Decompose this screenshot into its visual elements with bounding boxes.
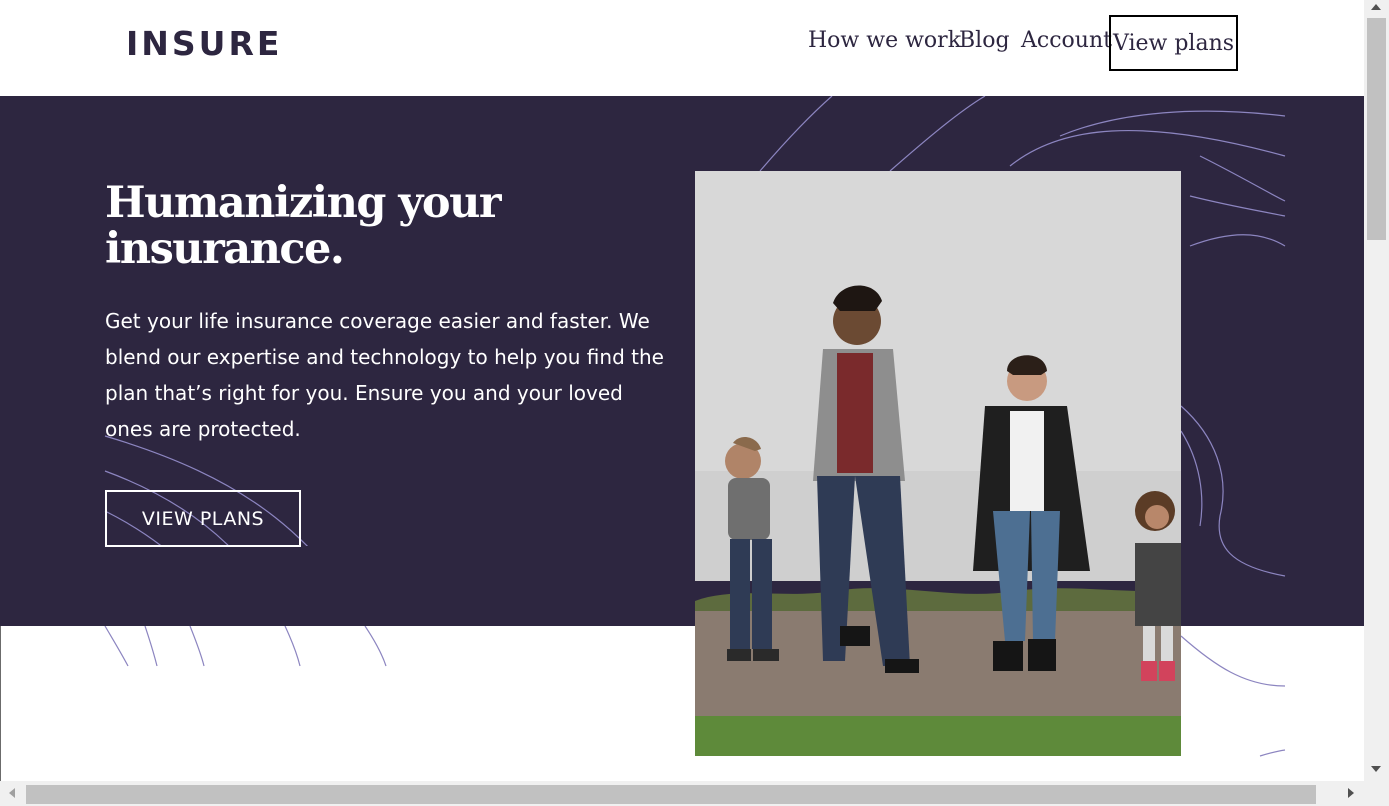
hero-title-line2: insurance. xyxy=(105,224,345,274)
hero-title: Humanizing your insurance. xyxy=(105,180,545,272)
site-header: INSURE How we work Blog Account View pla… xyxy=(0,0,1364,96)
nav-how-we-work-link[interactable]: How we work xyxy=(808,28,961,54)
nav-view-plans-button[interactable]: View plans xyxy=(1109,15,1238,71)
nav-account-link[interactable]: Account xyxy=(1021,28,1112,54)
horizontal-scroll-thumb[interactable] xyxy=(26,785,1316,804)
nav-blog-link[interactable]: Blog xyxy=(959,28,1010,54)
scroll-right-icon[interactable] xyxy=(1348,788,1354,798)
hero-description: Get your life insurance coverage easier … xyxy=(105,309,664,441)
hero-title-line1: Humanizing your xyxy=(105,178,502,228)
family-photo xyxy=(695,171,1181,756)
scroll-left-icon[interactable] xyxy=(9,788,15,798)
scroll-down-icon[interactable] xyxy=(1371,766,1381,772)
vertical-scroll-thumb[interactable] xyxy=(1367,18,1386,240)
hero-view-plans-button[interactable]: VIEW PLANS xyxy=(105,490,301,547)
insure-logo[interactable]: INSURE xyxy=(126,27,282,60)
scroll-up-icon[interactable] xyxy=(1371,4,1381,10)
